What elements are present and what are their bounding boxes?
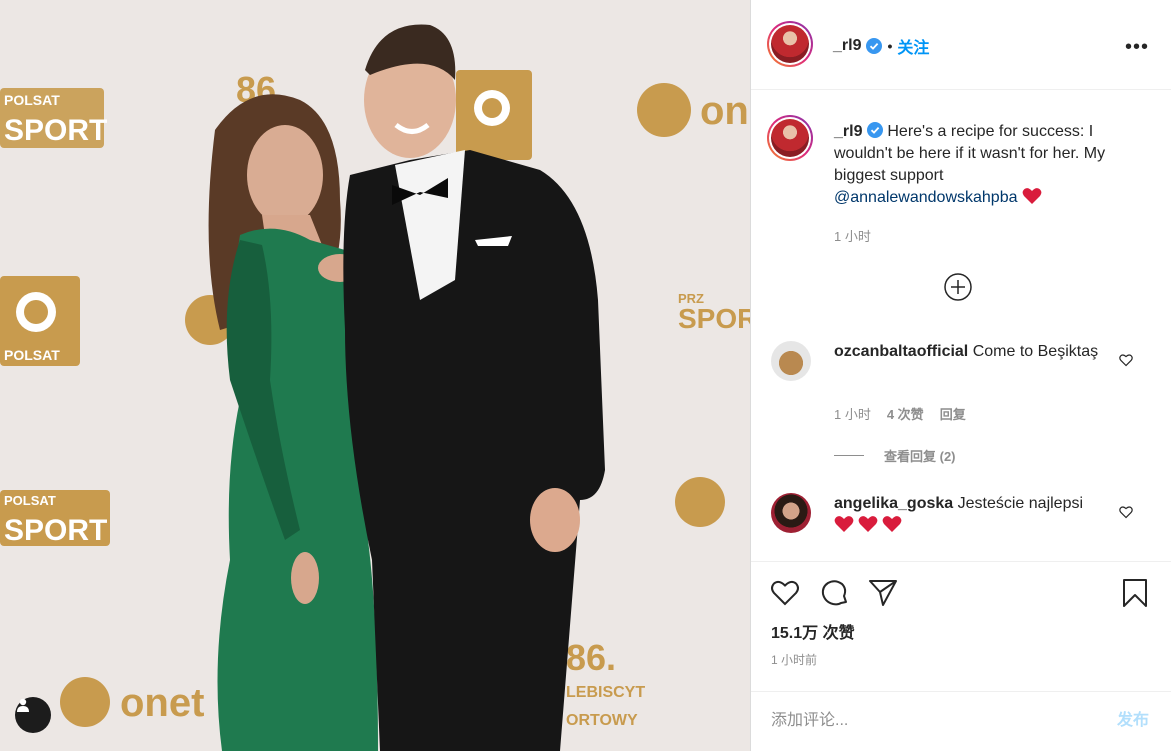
comment-username[interactable]: ozcanbaltaofficial — [834, 343, 968, 360]
caption-mention[interactable]: @annalewandowskahpba — [834, 189, 1017, 206]
comment-text: Come to Beşiktaş — [972, 343, 1099, 360]
comment-like-icon[interactable] — [1119, 505, 1133, 519]
post-sidebar: _rl9 • 关注 ••• _rl9 Here's a recipe for s… — [750, 0, 1171, 751]
comment-text: Jesteście najlepsi — [957, 495, 1084, 512]
user-tag-icon — [17, 698, 29, 712]
svg-text:ORTOWY: ORTOWY — [566, 712, 638, 729]
svg-text:SPORT: SPORT — [4, 114, 107, 147]
post-actions: 15.1万 次赞 1 小时前 — [751, 561, 1171, 691]
caption-username[interactable]: _rl9 — [834, 123, 862, 140]
comment-username[interactable]: angelika_goska — [834, 495, 953, 512]
user-tag-button[interactable] — [15, 697, 51, 733]
view-replies-button[interactable]: 查看回复 (2) — [834, 446, 956, 465]
svg-text:SPOR: SPOR — [678, 303, 750, 334]
comments-list[interactable]: _rl9 Here's a recipe for success: I woul… — [751, 91, 1171, 561]
post-photo[interactable]: POLSAT SPORT POLSAT POLSAT SPORT on onet… — [0, 0, 750, 751]
reply-button[interactable]: 回复 — [940, 404, 966, 423]
verified-badge-icon — [866, 38, 883, 54]
add-comment-bar: 发布 — [751, 691, 1171, 751]
commenter-avatar[interactable] — [771, 493, 811, 533]
like-count[interactable]: 15.1万 次赞 — [771, 619, 855, 643]
heart-icon[interactable] — [769, 577, 801, 609]
heart-emoji — [858, 516, 878, 532]
comment-time[interactable]: 1 小时 — [834, 404, 871, 423]
verified-badge-icon — [866, 122, 883, 138]
photo-illustration: POLSAT SPORT POLSAT POLSAT SPORT on onet… — [0, 0, 750, 751]
svg-text:SPORT: SPORT — [4, 514, 107, 547]
svg-text:86.: 86. — [566, 637, 616, 678]
divider-line — [834, 455, 864, 456]
svg-text:POLSAT: POLSAT — [4, 347, 60, 363]
comment-likes[interactable]: 4 次赞 — [887, 404, 924, 423]
more-options-icon[interactable]: ••• — [1125, 36, 1149, 59]
svg-text:LEBISCYT: LEBISCYT — [566, 684, 645, 701]
follow-button[interactable]: 关注 — [897, 34, 929, 58]
author-username[interactable]: _rl9 — [833, 37, 861, 55]
svg-text:POLSAT: POLSAT — [4, 92, 60, 108]
author-avatar[interactable] — [767, 21, 813, 67]
heart-emoji — [834, 516, 854, 532]
caption-time[interactable]: 1 小时 — [834, 226, 871, 245]
bookmark-icon[interactable] — [1119, 577, 1151, 609]
post-timestamp[interactable]: 1 小时前 — [771, 651, 817, 668]
view-replies-label: 查看回复 (2) — [884, 449, 956, 464]
heart-emoji — [882, 516, 902, 532]
comment-icon[interactable] — [819, 577, 851, 609]
comment-like-icon[interactable] — [1119, 353, 1133, 367]
comment-input[interactable] — [771, 706, 1091, 736]
commenter-avatar[interactable] — [771, 341, 811, 381]
separator-dot: • — [887, 38, 893, 54]
plus-circle-icon[interactable] — [943, 272, 973, 302]
post-comment-button[interactable]: 发布 — [1117, 706, 1149, 736]
caption-avatar[interactable] — [767, 115, 813, 161]
svg-text:on: on — [700, 89, 749, 133]
svg-text:onet: onet — [120, 681, 204, 725]
post-header: _rl9 • 关注 ••• — [751, 0, 1171, 90]
black-suit — [343, 150, 605, 751]
heart-emoji — [1022, 188, 1042, 204]
share-icon[interactable] — [867, 577, 899, 609]
svg-text:POLSAT: POLSAT — [4, 493, 56, 508]
